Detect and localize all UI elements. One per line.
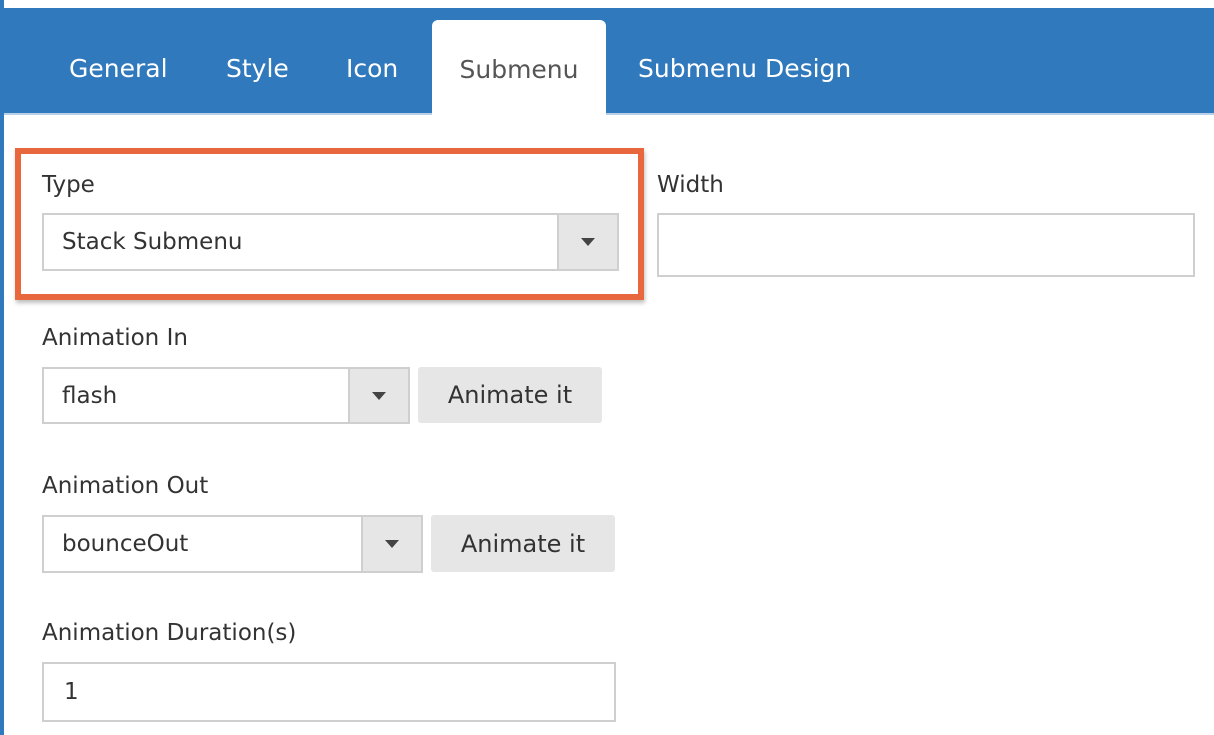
animation-in-select[interactable]: flash: [42, 367, 410, 424]
width-label: Width: [657, 172, 724, 198]
tab-bar-divider: [4, 113, 1214, 115]
animation-out-animate-button[interactable]: Animate it: [431, 515, 615, 572]
width-input[interactable]: [657, 213, 1195, 277]
type-select-toggle[interactable]: [557, 215, 617, 269]
tab-style[interactable]: Style: [226, 8, 289, 113]
animation-in-label: Animation In: [42, 325, 188, 351]
tab-icon[interactable]: Icon: [346, 8, 398, 113]
animation-in-select-value: flash: [62, 382, 118, 409]
type-select-value: Stack Submenu: [62, 229, 243, 255]
type-label: Type: [42, 172, 95, 198]
caret-down-icon: [372, 391, 386, 400]
tab-submenu[interactable]: Submenu: [432, 20, 606, 115]
tab-general[interactable]: General: [69, 8, 168, 113]
type-select[interactable]: Stack Submenu: [42, 213, 619, 271]
submenu-settings-panel: General Style Icon Submenu Submenu Desig…: [0, 0, 1214, 735]
animation-in-animate-button[interactable]: Animate it: [418, 367, 602, 423]
tab-submenu-design[interactable]: Submenu Design: [638, 8, 851, 113]
animation-out-select-toggle[interactable]: [361, 517, 421, 571]
animation-duration-label: Animation Duration(s): [42, 620, 297, 646]
animation-out-select-value: bounceOut: [62, 531, 189, 557]
animation-in-select-toggle[interactable]: [348, 369, 408, 422]
caret-down-icon: [581, 238, 595, 246]
caret-down-icon: [385, 540, 399, 548]
animation-out-label: Animation Out: [42, 473, 209, 499]
tab-bar: [4, 8, 1214, 113]
animation-duration-input[interactable]: [42, 662, 616, 722]
animation-out-select[interactable]: bounceOut: [42, 515, 423, 573]
